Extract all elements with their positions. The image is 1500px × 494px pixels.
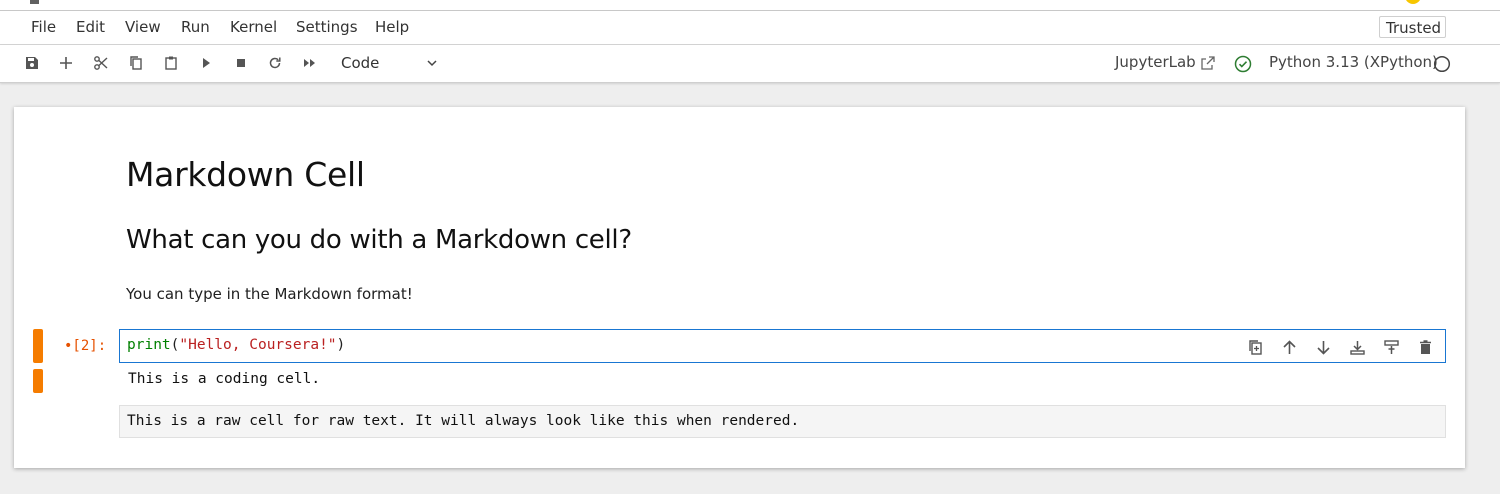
paste-button[interactable] [161, 53, 181, 73]
insert-below-icon [1383, 339, 1399, 354]
markdown-heading-1: Markdown Cell [126, 155, 365, 194]
menu-file[interactable]: File [31, 18, 56, 36]
notebook-toolbar: Code JupyterLab Python 3.13 (XPython) [0, 45, 1500, 83]
move-up-button[interactable] [1279, 337, 1299, 357]
move-down-button[interactable] [1313, 337, 1333, 357]
duplicate-cell-button[interactable] [1245, 337, 1265, 357]
cell-type-select[interactable]: Code [333, 52, 445, 74]
copy-icon [130, 56, 142, 70]
restart-icon [269, 57, 281, 69]
code-line: print("Hello, Coursera!") [127, 337, 345, 353]
code-cell-editor[interactable]: print("Hello, Coursera!") [119, 329, 1446, 363]
cell-toolbar [1245, 337, 1435, 357]
paste-icon [165, 56, 177, 70]
kernel-idle-icon [1433, 55, 1451, 73]
kernel-name[interactable]: Python 3.13 (XPython) [1269, 53, 1438, 71]
menu-kernel[interactable]: Kernel [230, 18, 277, 36]
menu-settings[interactable]: Settings [296, 18, 358, 36]
top-strip [0, 0, 1500, 11]
code-output: This is a coding cell. [128, 371, 321, 387]
copy-button[interactable] [126, 53, 146, 73]
run-all-button[interactable] [300, 53, 320, 73]
raw-cell[interactable]: This is a raw cell for raw text. It will… [119, 405, 1446, 438]
markdown-paragraph: You can type in the Markdown format! [126, 285, 413, 303]
insert-above-icon [1349, 340, 1365, 355]
menu-bar: File Edit View Run Kernel Settings Help … [0, 11, 1500, 45]
cell-type-value: Code [341, 54, 380, 72]
menu-run[interactable]: Run [181, 18, 210, 36]
add-cell-icon [60, 57, 72, 69]
restart-button[interactable] [265, 53, 285, 73]
open-in-jupyterlab-link[interactable]: JupyterLab [1115, 53, 1196, 71]
chevron-down-icon [427, 60, 437, 67]
run-icon [203, 58, 210, 68]
stop-button[interactable] [231, 53, 251, 73]
execution-prompt: •[2]: [64, 338, 107, 354]
cut-button[interactable] [91, 53, 111, 73]
run-button[interactable] [196, 53, 216, 73]
notification-icon[interactable] [1405, 0, 1421, 4]
kernel-ok-icon [1234, 55, 1252, 73]
raw-cell-text: This is a raw cell for raw text. It will… [127, 413, 800, 429]
external-link-icon[interactable] [1200, 55, 1216, 71]
trusted-indicator[interactable]: Trusted [1379, 16, 1446, 38]
cut-icon [94, 56, 108, 70]
menu-view[interactable]: View [125, 18, 161, 36]
save-icon [26, 57, 38, 69]
jupyter-logo-icon [30, 0, 39, 4]
code-function: print [127, 337, 171, 353]
stop-icon [237, 59, 245, 67]
markdown-heading-2: What can you do with a Markdown cell? [126, 225, 632, 255]
duplicate-icon [1248, 339, 1262, 355]
move-down-icon [1316, 340, 1330, 355]
run-all-icon [304, 59, 315, 67]
menu-help[interactable]: Help [375, 18, 409, 36]
move-up-icon [1282, 339, 1296, 354]
add-cell-button[interactable] [56, 53, 76, 73]
insert-above-button[interactable] [1347, 337, 1367, 357]
notebook-panel: Markdown Cell What can you do with a Mar… [14, 107, 1465, 468]
menu-edit[interactable]: Edit [76, 18, 105, 36]
delete-icon [1419, 339, 1431, 354]
save-button[interactable] [22, 53, 42, 73]
input-collapser[interactable] [33, 329, 43, 363]
code-paren-close: ) [336, 337, 346, 353]
output-collapser[interactable] [33, 369, 43, 393]
code-string: "Hello, Coursera!" [179, 337, 337, 353]
insert-below-button[interactable] [1381, 337, 1401, 357]
delete-cell-button[interactable] [1415, 337, 1435, 357]
